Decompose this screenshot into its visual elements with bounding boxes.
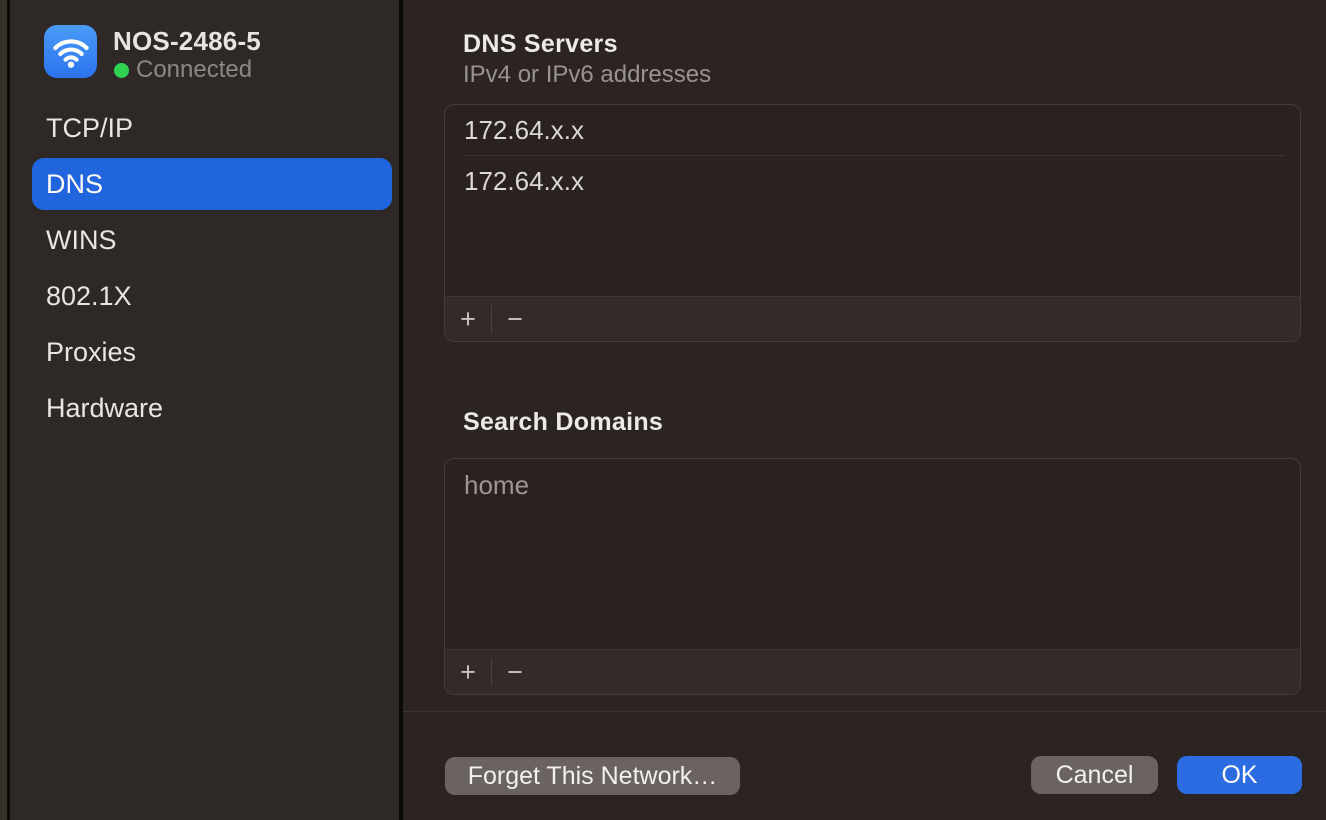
sidebar-item-tcpip[interactable]: TCP/IP bbox=[32, 102, 392, 154]
add-search-domain-button[interactable]: + bbox=[445, 650, 491, 694]
sidebar-item-8021x[interactable]: 802.1X bbox=[32, 270, 392, 322]
remove-dns-server-button[interactable]: − bbox=[492, 297, 538, 341]
dns-servers-rows: 172.64.x.x 172.64.x.x bbox=[445, 105, 1300, 296]
window-edge bbox=[0, 0, 7, 820]
forget-network-button[interactable]: Forget This Network… bbox=[445, 757, 740, 795]
network-name: NOS-2486-5 bbox=[113, 26, 261, 57]
footer-divider bbox=[403, 711, 1326, 712]
ok-button[interactable]: OK bbox=[1177, 756, 1302, 794]
dns-servers-subtitle: IPv4 or IPv6 addresses bbox=[463, 61, 711, 89]
connected-status-dot bbox=[114, 63, 129, 78]
sidebar-nav: TCP/IP DNS WINS 802.1X Proxies Hardware bbox=[32, 102, 392, 438]
remove-search-domain-button[interactable]: − bbox=[492, 650, 538, 694]
search-domains-listbox: home + − bbox=[444, 458, 1301, 695]
dns-server-row[interactable]: 172.64.x.x bbox=[445, 156, 1300, 206]
cancel-button[interactable]: Cancel bbox=[1031, 756, 1158, 794]
network-details-window: NOS-2486-5 Connected TCP/IP DNS WINS 802… bbox=[0, 0, 1326, 820]
search-domain-row[interactable]: home bbox=[445, 459, 1300, 511]
sidebar-item-dns[interactable]: DNS bbox=[32, 158, 392, 210]
content-pane: DNS Servers IPv4 or IPv6 addresses 172.6… bbox=[403, 0, 1326, 820]
search-domains-toolbar: + − bbox=[445, 649, 1300, 694]
minus-icon: − bbox=[507, 657, 523, 688]
sidebar: NOS-2486-5 Connected TCP/IP DNS WINS 802… bbox=[10, 0, 399, 820]
network-status-label: Connected bbox=[136, 56, 252, 84]
sidebar-item-wins[interactable]: WINS bbox=[32, 214, 392, 266]
dns-servers-title: DNS Servers bbox=[463, 30, 618, 59]
sidebar-item-proxies[interactable]: Proxies bbox=[32, 326, 392, 378]
dns-servers-listbox: 172.64.x.x 172.64.x.x + − bbox=[444, 104, 1301, 342]
network-status: Connected bbox=[114, 56, 252, 84]
sidebar-item-hardware[interactable]: Hardware bbox=[32, 382, 392, 434]
plus-icon: + bbox=[460, 304, 476, 335]
minus-icon: − bbox=[507, 304, 523, 335]
plus-icon: + bbox=[460, 657, 476, 688]
dns-server-row[interactable]: 172.64.x.x bbox=[445, 105, 1300, 155]
dns-servers-toolbar: + − bbox=[445, 296, 1300, 341]
search-domains-title: Search Domains bbox=[463, 408, 663, 437]
add-dns-server-button[interactable]: + bbox=[445, 297, 491, 341]
wifi-icon bbox=[44, 25, 97, 78]
search-domains-rows: home bbox=[445, 459, 1300, 649]
